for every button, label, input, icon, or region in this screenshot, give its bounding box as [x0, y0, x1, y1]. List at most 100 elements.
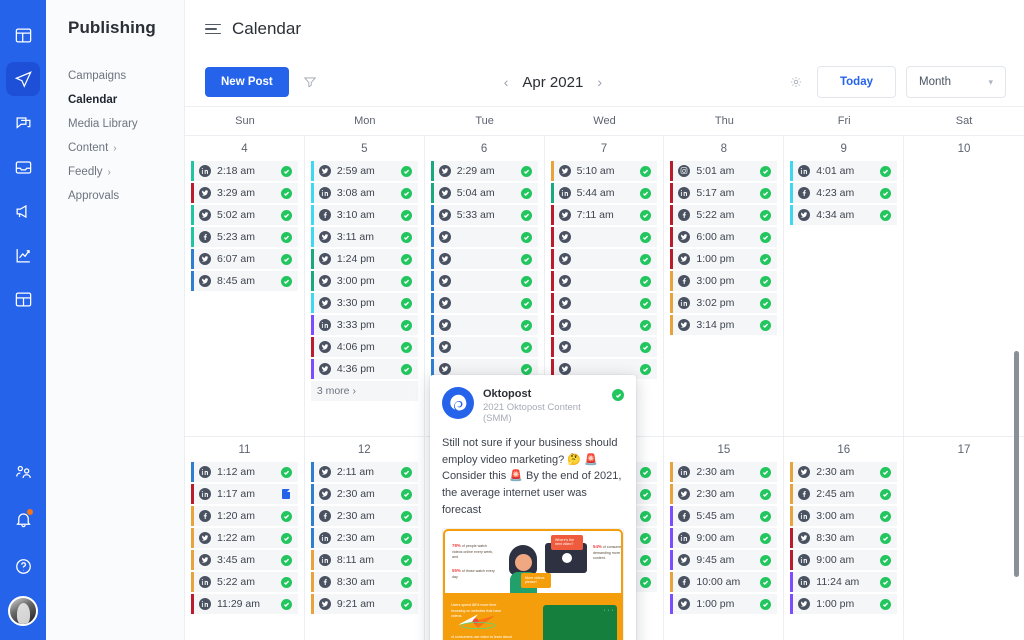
- calendar-event[interactable]: 4:36 pm: [311, 359, 418, 379]
- calendar-event[interactable]: 3:14 pm: [670, 315, 777, 335]
- calendar-event[interactable]: 3:10 am: [311, 205, 418, 225]
- calendar-event[interactable]: 2:45 am: [790, 484, 897, 504]
- calendar-event[interactable]: 9:21 am: [311, 594, 418, 614]
- notifications-bell-icon[interactable]: [6, 502, 40, 536]
- calendar-event[interactable]: 5:10 am: [551, 161, 658, 181]
- calendar-event[interactable]: 3:02 pm: [670, 293, 777, 313]
- day-cell-12[interactable]: 122:11 am2:30 am2:30 am2:30 am8:11 am8:3…: [305, 437, 425, 640]
- menu-hamburger-icon[interactable]: [205, 24, 221, 35]
- calendar-event[interactable]: 9:00 am: [790, 550, 897, 570]
- calendar-event[interactable]: 6:00 am: [670, 227, 777, 247]
- calendar-event[interactable]: 1:24 pm: [311, 249, 418, 269]
- calendar-event[interactable]: 1:17 am: [191, 484, 298, 504]
- day-cell-10[interactable]: 10: [904, 136, 1024, 436]
- calendar-event[interactable]: 2:30 am: [311, 484, 418, 504]
- day-cell-8[interactable]: 85:01 am5:17 am5:22 am6:00 am1:00 pm3:00…: [664, 136, 784, 436]
- calendar-event[interactable]: 2:30 am: [670, 484, 777, 504]
- calendar-event[interactable]: [551, 271, 658, 291]
- calendar-event[interactable]: 1:00 pm: [670, 594, 777, 614]
- calendar-event[interactable]: 1:22 am: [191, 528, 298, 548]
- calendar-event[interactable]: 3:00 pm: [311, 271, 418, 291]
- calendar-event[interactable]: 5:44 am: [551, 183, 658, 203]
- calendar-event[interactable]: 3:08 am: [311, 183, 418, 203]
- calendar-event[interactable]: 4:34 am: [790, 205, 897, 225]
- publishing-icon[interactable]: [6, 62, 40, 96]
- calendar-event[interactable]: 1:00 pm: [790, 594, 897, 614]
- calendar-event[interactable]: 3:30 pm: [311, 293, 418, 313]
- day-cell-4[interactable]: 42:18 am3:29 am5:02 am5:23 am6:07 am8:45…: [185, 136, 305, 436]
- day-cell-16[interactable]: 162:30 am2:45 am3:00 am8:30 am9:00 am11:…: [784, 437, 904, 640]
- new-post-button[interactable]: New Post: [205, 67, 289, 97]
- calendar-event[interactable]: 5:33 am: [431, 205, 538, 225]
- calendar-event[interactable]: [431, 337, 538, 357]
- today-button[interactable]: Today: [817, 66, 896, 98]
- calendar-event[interactable]: 9:45 am: [670, 550, 777, 570]
- calendar-event[interactable]: 5:23 am: [191, 227, 298, 247]
- calendar-event[interactable]: 8:45 am: [191, 271, 298, 291]
- calendar-event[interactable]: 1:12 am: [191, 462, 298, 482]
- day-cell-9[interactable]: 94:01 am4:23 am4:34 am: [784, 136, 904, 436]
- calendar-event[interactable]: 2:30 am: [670, 462, 777, 482]
- calendar-event[interactable]: [551, 315, 658, 335]
- calendar-event[interactable]: 2:30 am: [790, 462, 897, 482]
- calendar-event[interactable]: 5:45 am: [670, 506, 777, 526]
- calendar-event[interactable]: [551, 337, 658, 357]
- user-avatar[interactable]: [8, 596, 38, 626]
- calendar-event[interactable]: 5:17 am: [670, 183, 777, 203]
- day-cell-5[interactable]: 52:59 am3:08 am3:10 am3:11 am1:24 pm3:00…: [305, 136, 425, 436]
- calendar-event[interactable]: [431, 315, 538, 335]
- calendar-event[interactable]: 2:59 am: [311, 161, 418, 181]
- calendar-event[interactable]: 3:11 am: [311, 227, 418, 247]
- calendar-event[interactable]: 2:29 am: [431, 161, 538, 181]
- calendar-event[interactable]: 8:30 am: [311, 572, 418, 592]
- calendar-event[interactable]: 8:11 am: [311, 550, 418, 570]
- sidebar-item-content[interactable]: Content ›: [68, 136, 184, 160]
- calendar-event[interactable]: 2:18 am: [191, 161, 298, 181]
- campaign-megaphone-icon[interactable]: [6, 194, 40, 228]
- calendar-event[interactable]: 3:29 am: [191, 183, 298, 203]
- engage-chat-icon[interactable]: [6, 106, 40, 140]
- show-more-events-link[interactable]: 3 more ›: [311, 381, 418, 401]
- calendar-event[interactable]: [431, 249, 538, 269]
- calendar-event[interactable]: 7:11 am: [551, 205, 658, 225]
- day-cell-17[interactable]: 17: [904, 437, 1024, 640]
- vertical-scrollbar-thumb[interactable]: [1014, 351, 1019, 577]
- day-cell-11[interactable]: 111:12 am1:17 am1:20 am1:22 am3:45 am5:2…: [185, 437, 305, 640]
- calendar-event[interactable]: [551, 293, 658, 313]
- sidebar-item-feedly[interactable]: Feedly ›: [68, 160, 184, 184]
- calendar-event[interactable]: 8:30 am: [790, 528, 897, 548]
- filter-icon[interactable]: [299, 71, 321, 93]
- calendar-event[interactable]: [551, 227, 658, 247]
- calendar-event[interactable]: 3:33 pm: [311, 315, 418, 335]
- calendar-event[interactable]: 1:20 am: [191, 506, 298, 526]
- sidebar-item-approvals[interactable]: Approvals: [68, 184, 184, 208]
- calendar-event[interactable]: 5:22 am: [670, 205, 777, 225]
- calendar-grid-icon[interactable]: [6, 282, 40, 316]
- calendar-event[interactable]: 9:00 am: [670, 528, 777, 548]
- day-cell-15[interactable]: 152:30 am2:30 am5:45 am9:00 am9:45 am10:…: [664, 437, 784, 640]
- view-mode-select[interactable]: Month ▾: [906, 66, 1006, 98]
- calendar-event[interactable]: [431, 227, 538, 247]
- calendar-event[interactable]: 4:23 am: [790, 183, 897, 203]
- calendar-event[interactable]: 5:01 am: [670, 161, 777, 181]
- sidebar-item-calendar[interactable]: Calendar: [68, 88, 184, 112]
- dashboard-icon[interactable]: [6, 18, 40, 52]
- help-circle-icon[interactable]: [6, 549, 40, 583]
- calendar-event[interactable]: 6:07 am: [191, 249, 298, 269]
- calendar-event[interactable]: 2:11 am: [311, 462, 418, 482]
- inbox-icon[interactable]: [6, 150, 40, 184]
- calendar-event[interactable]: 3:00 pm: [670, 271, 777, 291]
- gear-icon[interactable]: [785, 71, 807, 93]
- next-month-button[interactable]: ›: [597, 74, 602, 90]
- analytics-icon[interactable]: [6, 238, 40, 272]
- calendar-event[interactable]: 5:04 am: [431, 183, 538, 203]
- post-preview-popup[interactable]: Oktopost 2021 Oktopost Content (SMM) Sti…: [430, 375, 636, 640]
- calendar-event[interactable]: 3:45 am: [191, 550, 298, 570]
- calendar-event[interactable]: [551, 249, 658, 269]
- sidebar-item-campaigns[interactable]: Campaigns: [68, 64, 184, 88]
- calendar-event[interactable]: 2:30 am: [311, 528, 418, 548]
- calendar-event[interactable]: 10:00 am: [670, 572, 777, 592]
- calendar-event[interactable]: 1:00 pm: [670, 249, 777, 269]
- calendar-event[interactable]: 3:00 am: [790, 506, 897, 526]
- sidebar-item-media-library[interactable]: Media Library: [68, 112, 184, 136]
